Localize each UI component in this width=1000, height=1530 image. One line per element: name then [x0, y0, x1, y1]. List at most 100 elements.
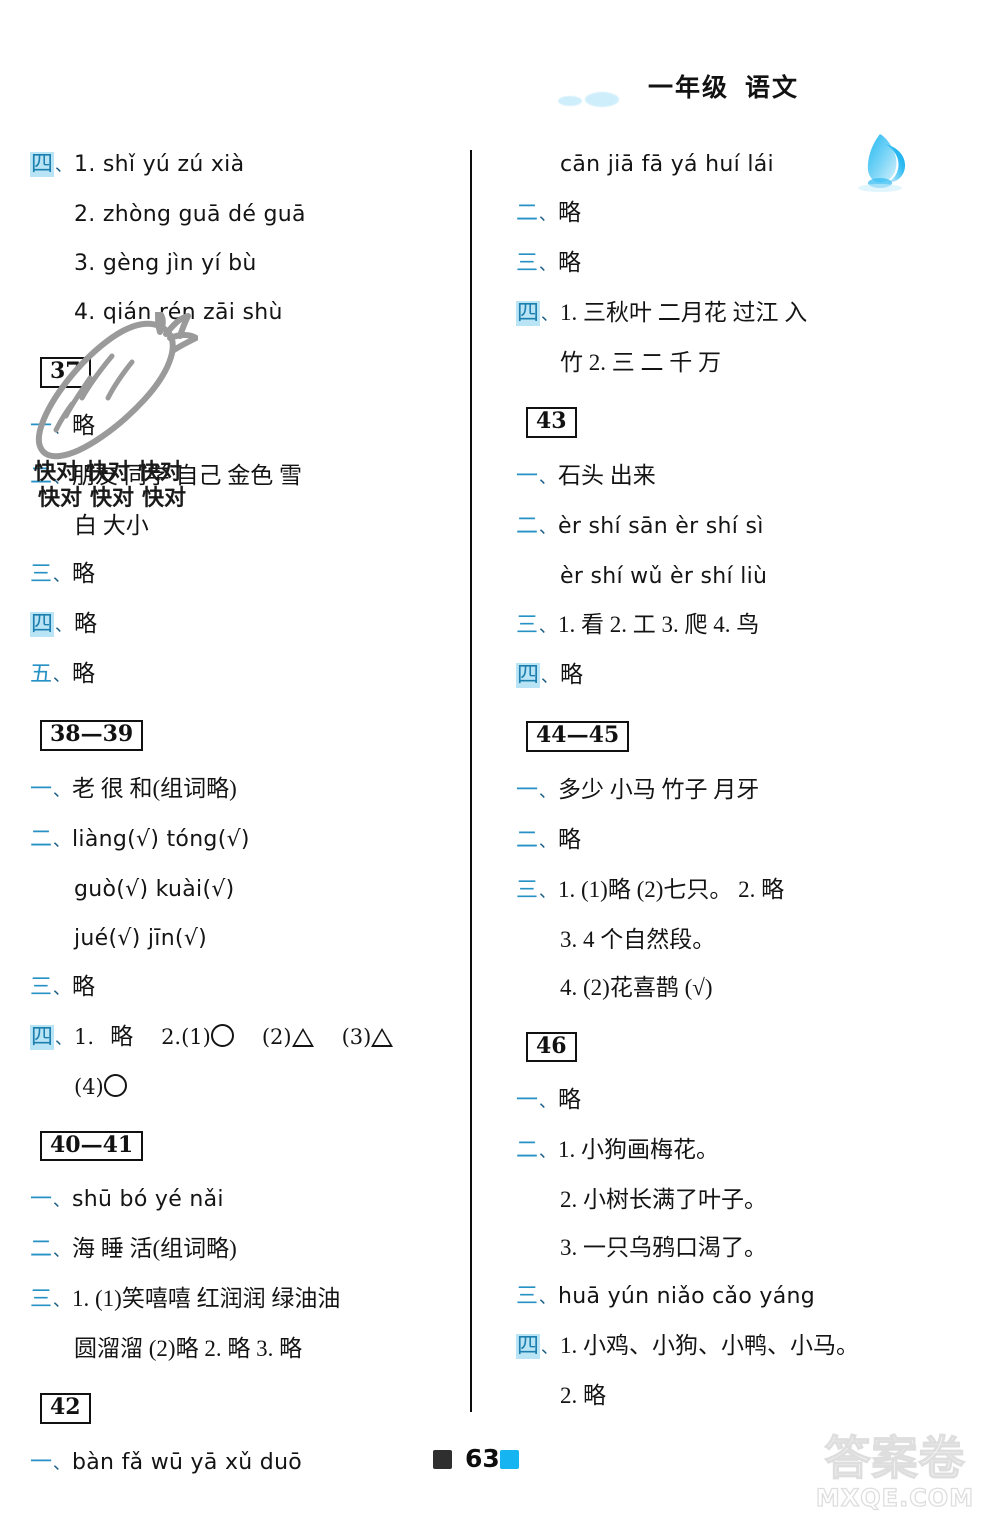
answer-text: guò(√) kuài(√)	[74, 876, 235, 902]
answer-text: 竹 2. 三 二 千 万	[560, 350, 721, 375]
ordinal-dun: 、	[53, 830, 71, 850]
triangle-glyph	[291, 1027, 314, 1047]
answer-text: 多少 小马 竹子 月牙	[558, 776, 760, 802]
ordinal-dun: 、	[541, 666, 559, 686]
answer-line: jué(√) jīn(√)	[30, 914, 460, 963]
answer-line: 一、多少 小马 竹子 月牙	[516, 766, 946, 816]
answer-line: 四、1. 略 2.(1) (2) (3)	[30, 1013, 460, 1063]
header-grade: 一年级	[648, 73, 730, 102]
ordinal-marker: 三	[516, 612, 539, 638]
answer-line: (4)	[30, 1063, 460, 1111]
answer-text: èr shí sān èr shí sì	[558, 513, 764, 539]
ordinal-dun: 、	[539, 781, 557, 801]
footer-square-dark	[433, 1450, 452, 1469]
answer-text: 略	[558, 250, 582, 275]
answer-line: 三、略	[516, 239, 946, 289]
ordinal-dun: 、	[53, 467, 71, 487]
page-footer: 63	[0, 1444, 1000, 1484]
answer-text: 2. 略	[560, 1383, 606, 1409]
answer-text: 1. 小狗画梅花。	[558, 1137, 720, 1163]
answer-line: 二、海 睡 活(组词略)	[30, 1225, 460, 1275]
answer-text: 略	[110, 1023, 134, 1049]
answer-text: 略	[558, 1087, 582, 1113]
ordinal-dun: 、	[541, 1338, 559, 1358]
answer-line: 一、老 很 和(组词略)	[30, 765, 460, 815]
right-column: cān jiā fā yá huí lái 二、略 三、略 四、1. 三秋叶 二…	[516, 140, 946, 1420]
left-column: 四、1. shǐ yú zú xià 2. zhòng guā dé guā 3…	[30, 140, 460, 1488]
answer-text: liàng(√) tóng(√)	[72, 826, 250, 852]
ordinal-dun: 、	[53, 665, 71, 685]
section-page-box: 46	[526, 1031, 577, 1063]
ordinal-marker: 四	[516, 662, 541, 688]
answer-line: 四、略	[30, 600, 460, 650]
ordinal-dun: 、	[541, 305, 559, 324]
ordinal-marker: 五	[30, 661, 53, 687]
ordinal-dun: 、	[539, 1142, 557, 1162]
ordinal-dun: 、	[55, 156, 73, 175]
answer-group-37: 一、略 二、朋友 同学 自己 金色 雪 白 大小 三、略 四、略 五、略	[30, 402, 460, 700]
ordinal-marker: 二	[516, 1138, 539, 1164]
ordinal-marker: 三	[516, 251, 539, 276]
ordinal-marker: 三	[30, 1287, 53, 1313]
answer-line: 二、liàng(√) tóng(√)	[30, 815, 460, 865]
answer-text: 3. 一只乌鸦口渴了。	[560, 1235, 767, 1261]
section-page-box: 43	[526, 407, 577, 438]
ordinal-dun: 、	[55, 1028, 73, 1048]
answer-text: 1. (1)略 (2)七只。 2. 略	[558, 876, 785, 902]
ordinal-marker: 三	[30, 974, 53, 1000]
answer-line: 二、朋友 同学 自己 金色 雪	[30, 452, 460, 502]
ordinal-dun: 、	[53, 1241, 71, 1261]
ordinal-dun: 、	[539, 205, 557, 224]
ordinal-dun: 、	[539, 1092, 557, 1112]
ordinal-marker: 三	[516, 1284, 539, 1310]
answer-line: 2. zhòng guā dé guā	[30, 190, 460, 239]
answer-text: 略	[74, 610, 98, 636]
answer-text: huā yún niǎo cǎo yáng	[558, 1284, 816, 1310]
answer-line: 2. 小树长满了叶子。	[516, 1176, 946, 1224]
ordinal-marker: 二	[516, 827, 539, 853]
ordinal-marker: 二	[30, 1237, 53, 1263]
answer-line: 三、1. 看 2. 工 3. 爬 4. 鸟	[516, 601, 946, 651]
answer-text: 略	[558, 826, 582, 852]
site-watermark-url: MXQE.COM	[815, 1483, 975, 1512]
answer-group-38-39: 一、老 很 和(组词略) 二、liàng(√) tóng(√) guò(√) k…	[30, 765, 460, 1111]
ordinal-marker: 一	[30, 776, 53, 802]
section-page-box: 40—41	[40, 1130, 144, 1162]
answer-line: 三、1. (1)略 (2)七只。 2. 略	[516, 866, 946, 916]
answer-text: 2. zhòng guā dé guā	[74, 202, 306, 227]
answer-line: 二、略	[516, 189, 946, 239]
ordinal-dun: 、	[53, 780, 71, 800]
answer-text: 略	[72, 660, 96, 686]
answer-text: 朋友 同学 自己 金色 雪	[72, 462, 303, 488]
cloud-puff-right	[585, 92, 619, 107]
answer-line: guò(√) kuài(√)	[30, 865, 460, 914]
ordinal-marker: 一	[30, 413, 53, 439]
circle-glyph	[210, 1023, 234, 1047]
ordinal-marker: 四	[516, 301, 541, 326]
ordinal-marker: 三	[516, 877, 539, 903]
answer-line: 一、略	[30, 402, 460, 452]
answer-group-continued: 四、1. shǐ yú zú xià 2. zhòng guā dé guā 3…	[30, 140, 460, 337]
answer-text: 2. 小树长满了叶子。	[560, 1187, 767, 1213]
answer-text: 略	[72, 973, 96, 999]
answer-text: 略	[558, 200, 582, 225]
ordinal-marker: 四	[516, 1334, 541, 1360]
ordinal-dun: 、	[53, 978, 71, 998]
ordinal-marker: 一	[516, 1088, 539, 1114]
answer-text: 略	[560, 661, 584, 687]
section-page-box: 42	[40, 1393, 91, 1424]
answer-text: 略	[72, 412, 96, 438]
answer-line: 2. 略	[516, 1372, 946, 1420]
answer-group-continued: cān jiā fā yá huí lái 二、略 三、略 四、1. 三秋叶 二…	[516, 140, 946, 387]
ordinal-dun: 、	[55, 615, 73, 635]
ordinal-marker: 四	[30, 152, 55, 177]
answer-text: cān jiā fā yá huí lái	[560, 152, 774, 177]
ordinal-dun: 、	[539, 881, 557, 901]
ordinal-dun: 、	[539, 255, 557, 274]
answer-line: 三、略	[30, 550, 460, 600]
ordinal-marker: 一	[30, 1187, 53, 1213]
header-subject: 语文	[745, 73, 800, 102]
answer-text: 1. shǐ yú zú xià	[74, 152, 245, 177]
answer-text: 圆溜溜 (2)略 2. 略 3. 略	[74, 1336, 303, 1362]
answer-line: 一、石头 出来	[516, 452, 946, 502]
